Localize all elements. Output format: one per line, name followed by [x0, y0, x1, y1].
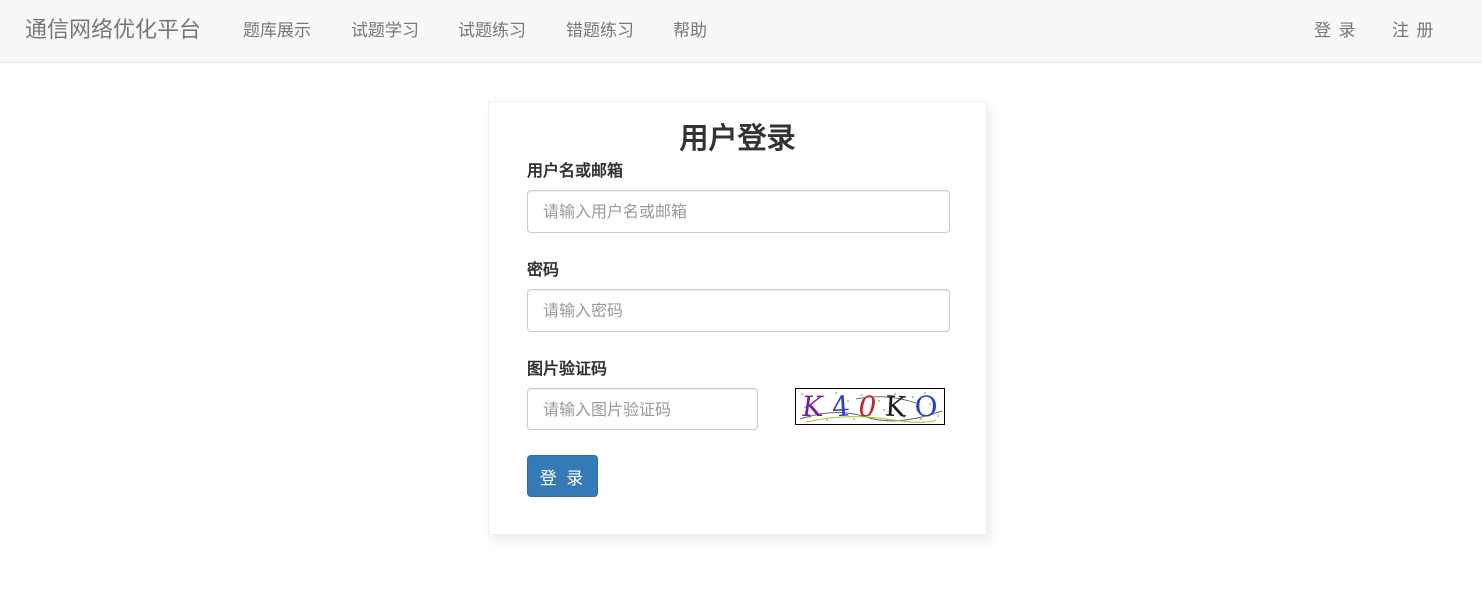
login-submit-button[interactable]: 登 录	[527, 455, 598, 497]
username-label: 用户名或邮箱	[527, 161, 624, 180]
brand-link[interactable]: 通信网络优化平台	[25, 16, 201, 46]
nav-item-help[interactable]: 帮助	[673, 20, 707, 42]
login-title: 用户登录	[679, 121, 796, 155]
nav-login-link[interactable]: 登 录	[1314, 20, 1356, 42]
nav-item-practice[interactable]: 试题练习	[458, 20, 526, 42]
nav-item-wrong-practice[interactable]: 错题练习	[566, 20, 634, 42]
top-navbar: 通信网络优化平台 题库展示 试题学习 试题练习 错题练习 帮助 登 录 注 册	[0, 0, 1482, 63]
nav-register-link[interactable]: 注 册	[1392, 20, 1434, 42]
captcha-image[interactable]: K 4 0 K O	[795, 388, 945, 425]
password-input[interactable]	[527, 289, 950, 332]
captcha-label: 图片验证码	[527, 359, 608, 378]
captcha-input[interactable]	[527, 388, 758, 430]
username-input[interactable]	[527, 190, 950, 233]
captcha-text-layer: K 4 0 K O	[800, 389, 938, 424]
nav-item-study[interactable]: 试题学习	[351, 20, 419, 42]
nav-item-question-bank[interactable]: 题库展示	[243, 20, 311, 42]
password-label: 密码	[527, 260, 560, 279]
login-panel: 用户登录 用户名或邮箱 密码 图片验证码 K 4 0 K O	[488, 101, 987, 535]
